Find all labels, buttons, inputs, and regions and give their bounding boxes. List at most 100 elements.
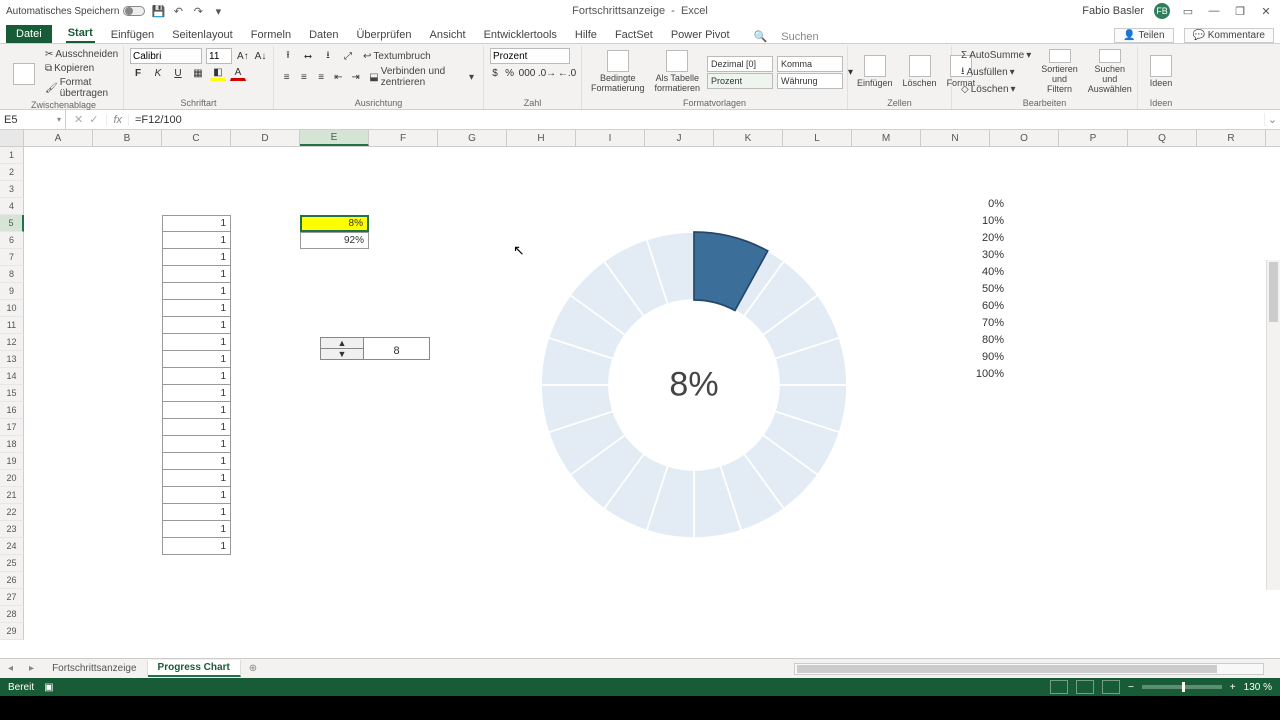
paste-button[interactable]: [10, 50, 38, 98]
row-header-13[interactable]: 13: [0, 351, 24, 368]
cell-c24[interactable]: 1: [162, 538, 231, 555]
row-header-3[interactable]: 3: [0, 181, 24, 198]
ribbon-display-icon[interactable]: ▭: [1180, 5, 1196, 18]
row-header-6[interactable]: 6: [0, 232, 24, 249]
border-button[interactable]: ▦: [190, 65, 206, 81]
cell-c11[interactable]: 1: [162, 317, 231, 334]
tab-powerpivot[interactable]: Power Pivot: [669, 27, 732, 43]
minimize-icon[interactable]: —: [1206, 5, 1222, 17]
cell-c16[interactable]: 1: [162, 402, 231, 419]
row-header-18[interactable]: 18: [0, 436, 24, 453]
ideas-button[interactable]: Ideen: [1144, 48, 1178, 96]
cell-c7[interactable]: 1: [162, 249, 231, 266]
tab-start[interactable]: Start: [66, 25, 95, 43]
row-header-14[interactable]: 14: [0, 368, 24, 385]
row-header-10[interactable]: 10: [0, 300, 24, 317]
tab-pagelayout[interactable]: Seitenlayout: [170, 27, 235, 43]
view-normal-icon[interactable]: [1050, 680, 1068, 694]
cell-c6[interactable]: 1: [162, 232, 231, 249]
wrap-text-button[interactable]: ↩ Textumbruch: [360, 50, 434, 63]
row-header-11[interactable]: 11: [0, 317, 24, 334]
zoom-in-icon[interactable]: +: [1230, 682, 1236, 693]
bold-button[interactable]: F: [130, 65, 146, 81]
col-header-F[interactable]: F: [369, 130, 438, 146]
col-header-C[interactable]: C: [162, 130, 231, 146]
align-bottom-icon[interactable]: ⭳: [320, 48, 336, 64]
fill-button[interactable]: ⭳ Ausfüllen ▾: [958, 63, 1034, 82]
font-color-button[interactable]: A: [230, 65, 246, 81]
cell-style-4[interactable]: Währung: [777, 73, 843, 89]
col-header-L[interactable]: L: [783, 130, 852, 146]
col-header-R[interactable]: R: [1197, 130, 1266, 146]
sheet-tab-0[interactable]: Fortschrittsanzeige: [42, 661, 147, 676]
search-icon[interactable]: 🔍: [754, 30, 768, 43]
cell-c17[interactable]: 1: [162, 419, 231, 436]
row-header-22[interactable]: 22: [0, 504, 24, 521]
comments-button[interactable]: 💬 Kommentare: [1184, 28, 1274, 43]
select-all-corner[interactable]: [0, 130, 24, 146]
accounting-icon[interactable]: $: [490, 65, 500, 81]
spin-value-cell[interactable]: 8: [364, 337, 430, 360]
comma-icon[interactable]: 000: [519, 65, 535, 81]
row-header-9[interactable]: 9: [0, 283, 24, 300]
percent-label-6[interactable]: 60%: [962, 300, 1004, 312]
percent-label-8[interactable]: 80%: [962, 334, 1004, 346]
indent-inc-icon[interactable]: ⇥: [349, 69, 362, 85]
zoom-out-icon[interactable]: −: [1128, 682, 1134, 693]
col-header-O[interactable]: O: [990, 130, 1059, 146]
spin-down-button[interactable]: ▼: [321, 349, 363, 359]
view-pagebreak-icon[interactable]: [1102, 680, 1120, 694]
sheet-tab-1[interactable]: Progress Chart: [148, 660, 241, 677]
formula-input[interactable]: =F12/100: [129, 114, 1264, 126]
col-header-N[interactable]: N: [921, 130, 990, 146]
cell-c13[interactable]: 1: [162, 351, 231, 368]
row-header-15[interactable]: 15: [0, 385, 24, 402]
align-right-icon[interactable]: ≡: [315, 69, 328, 85]
percent-label-10[interactable]: 100%: [962, 368, 1004, 380]
cell-c8[interactable]: 1: [162, 266, 231, 283]
percent-label-3[interactable]: 30%: [962, 249, 1004, 261]
orientation-icon[interactable]: ⤢: [340, 48, 356, 64]
cell-style-2[interactable]: Komma: [777, 56, 843, 72]
grow-font-icon[interactable]: A↑: [236, 48, 250, 64]
merge-center-button[interactable]: ⬓ Verbinden und zentrieren ▾: [366, 65, 477, 89]
percent-label-7[interactable]: 70%: [962, 317, 1004, 329]
cell-e5[interactable]: 8%: [300, 215, 369, 232]
percent-label-1[interactable]: 10%: [962, 215, 1004, 227]
spreadsheet-grid[interactable]: ABCDEFGHIJKLMNOPQR 123456789101112131415…: [0, 130, 1280, 652]
font-name-select[interactable]: [130, 48, 202, 64]
col-header-I[interactable]: I: [576, 130, 645, 146]
share-button[interactable]: 👤 Teilen: [1114, 28, 1173, 43]
row-header-2[interactable]: 2: [0, 164, 24, 181]
cut-button[interactable]: ✂ Ausschneiden: [42, 48, 121, 61]
enter-formula-icon[interactable]: ✓: [89, 113, 98, 126]
spin-up-button[interactable]: ▲: [321, 338, 363, 349]
horizontal-scrollbar[interactable]: [794, 663, 1264, 675]
col-header-Q[interactable]: Q: [1128, 130, 1197, 146]
toggle-icon[interactable]: [123, 6, 145, 16]
sheet-nav-next-icon[interactable]: ▸: [21, 663, 42, 674]
qat-dropdown-icon[interactable]: ▾: [211, 4, 225, 18]
user-name[interactable]: Fabio Basler: [1082, 5, 1144, 17]
macro-record-icon[interactable]: ▣: [44, 682, 53, 693]
cancel-formula-icon[interactable]: ✕: [74, 113, 83, 126]
cell-style-1[interactable]: Dezimal [0]: [707, 56, 773, 72]
fx-icon[interactable]: fx: [106, 114, 129, 126]
col-header-K[interactable]: K: [714, 130, 783, 146]
cell-c5[interactable]: 1: [162, 215, 231, 232]
col-header-A[interactable]: A: [24, 130, 93, 146]
autosum-button[interactable]: Σ AutoSumme ▾: [958, 49, 1034, 62]
tab-insert[interactable]: Einfügen: [109, 27, 156, 43]
font-size-select[interactable]: [206, 48, 232, 64]
row-header-5[interactable]: 5: [0, 215, 24, 232]
col-header-H[interactable]: H: [507, 130, 576, 146]
cell-c21[interactable]: 1: [162, 487, 231, 504]
cell-c20[interactable]: 1: [162, 470, 231, 487]
cell-c10[interactable]: 1: [162, 300, 231, 317]
row-header-21[interactable]: 21: [0, 487, 24, 504]
align-left-icon[interactable]: ≡: [280, 69, 293, 85]
col-header-E[interactable]: E: [300, 130, 369, 146]
percent-label-5[interactable]: 50%: [962, 283, 1004, 295]
row-header-19[interactable]: 19: [0, 453, 24, 470]
cell-c9[interactable]: 1: [162, 283, 231, 300]
